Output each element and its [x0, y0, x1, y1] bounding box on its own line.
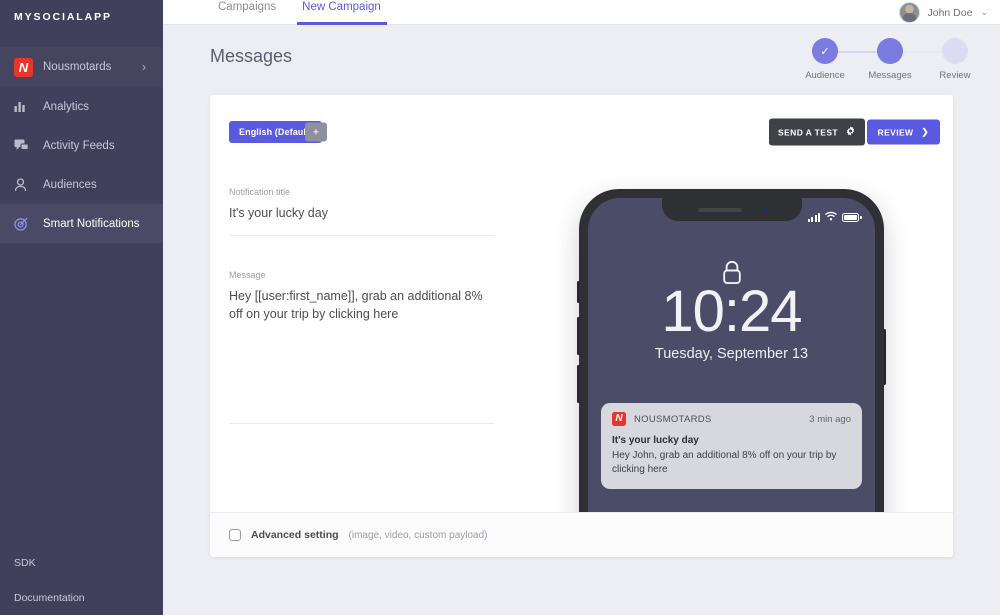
stepper-step-messages[interactable]: Messages: [859, 38, 921, 81]
stepper-step-review[interactable]: Review: [924, 38, 986, 81]
phone-screen: 10:24 Tuesday, September 13 N NOUSMOTARD…: [588, 198, 875, 557]
user-menu[interactable]: John Doe ⌄: [898, 0, 988, 25]
stepper-step-label: Review: [939, 70, 971, 81]
notification-app-name: NOUSMOTARDS: [634, 413, 712, 425]
stepper-step-label: Messages: [868, 70, 912, 81]
notification-header: N NOUSMOTARDS 3 min ago: [612, 412, 851, 426]
stepper-dot-todo: [942, 38, 968, 64]
phone-status-bar: [807, 208, 862, 226]
message-editor-card: English (Default) + SEND A TEST REVIEW ❯: [210, 95, 953, 557]
bar-chart-icon: [14, 100, 34, 113]
sidebar-item-audiences[interactable]: Audiences: [0, 165, 163, 204]
sidebar-nav: N Nousmotards › Analytics Activity Feeds…: [0, 47, 163, 243]
brand-logo: MYSOCIALAPP: [14, 11, 112, 23]
message-field[interactable]: Message Hey [[user:first_name]], grab an…: [229, 270, 494, 424]
add-language-button[interactable]: +: [305, 122, 327, 142]
message-form: Notification title It's your lucky day M…: [229, 187, 494, 424]
sidebar-item-analytics[interactable]: Analytics: [0, 87, 163, 126]
nousmotards-logo-icon: N: [14, 57, 33, 77]
advanced-setting-hint: (image, video, custom payload): [348, 529, 488, 541]
phone-speaker: [697, 208, 742, 212]
tab-campaigns[interactable]: Campaigns: [218, 0, 276, 25]
notification-title-field[interactable]: Notification title It's your lucky day: [229, 187, 494, 236]
advanced-setting-checkbox[interactable]: [229, 529, 241, 541]
lockscreen-date: Tuesday, September 13: [654, 346, 809, 362]
lockscreen-time: 10:24: [661, 279, 802, 344]
wifi-icon: [825, 208, 837, 226]
sidebar-item-activity-feeds[interactable]: Activity Feeds: [0, 126, 163, 165]
stepper-step-label: Audience: [805, 70, 845, 81]
battery-icon: [842, 212, 862, 222]
card-toolbar: English (Default) + SEND A TEST REVIEW ❯: [210, 95, 953, 155]
sidebar-item-label: Analytics: [43, 100, 90, 113]
advanced-setting-label[interactable]: Advanced setting: [251, 529, 339, 541]
tab-new-campaign[interactable]: New Campaign: [297, 0, 387, 25]
person-icon: [14, 177, 34, 192]
signal-bars-icon: [807, 212, 820, 222]
notification-title-input[interactable]: It's your lucky day: [229, 204, 494, 222]
wizard-stepper: ✓ Audience Messages Review: [788, 38, 980, 90]
notification-title: It's your lucky day: [612, 435, 699, 446]
sidebar: MYSOCIALAPP N Nousmotards › Analytics Ac…: [0, 0, 163, 615]
phone-preview: 10:24 Tuesday, September 13 N NOUSMOTARD…: [577, 189, 886, 557]
top-bar: Campaigns New Campaign John Doe ⌄: [163, 0, 1000, 25]
tab-bar: Campaigns New Campaign: [218, 0, 387, 25]
send-a-test-button[interactable]: SEND A TEST: [769, 118, 865, 146]
sidebar-item-app-nousmotards[interactable]: N Nousmotards ›: [0, 47, 163, 87]
chevron-right-icon[interactable]: ›: [142, 60, 146, 74]
message-input[interactable]: Hey [[user:first_name]], grab an additio…: [229, 287, 494, 323]
sidebar-item-label: Audiences: [43, 178, 97, 191]
sidebar-item-label: Activity Feeds: [43, 139, 115, 152]
avatar: [898, 2, 920, 23]
sidebar-footer: SDK Documentation: [0, 545, 163, 615]
send-a-test-label: SEND A TEST: [778, 127, 838, 137]
user-name: John Doe: [927, 6, 973, 19]
sidebar-item-smart-notifications[interactable]: Smart Notifications: [0, 204, 163, 243]
chevron-right-icon: ❯: [921, 126, 929, 137]
card-footer: Advanced setting (image, video, custom p…: [210, 512, 953, 557]
gear-icon: [845, 126, 856, 139]
phone-frame: 10:24 Tuesday, September 13 N NOUSMOTARD…: [579, 189, 884, 557]
app-root: MYSOCIALAPP N Nousmotards › Analytics Ac…: [0, 0, 1000, 615]
review-label: REVIEW: [877, 127, 914, 137]
chat-bubbles-icon: [14, 139, 34, 152]
review-button[interactable]: REVIEW ❯: [866, 119, 940, 145]
message-label: Message: [229, 270, 266, 280]
sidebar-item-sdk[interactable]: SDK: [0, 545, 163, 580]
chevron-down-icon[interactable]: ⌄: [980, 7, 988, 18]
sidebar-app-label: Nousmotards: [43, 61, 112, 73]
check-icon: ✓: [812, 38, 838, 64]
notification-timestamp: 3 min ago: [809, 413, 851, 425]
sidebar-item-documentation[interactable]: Documentation: [0, 580, 163, 615]
page-content: Messages ✓ Audience Messages Review Engl…: [163, 25, 1000, 615]
notification-title-label: Notification title: [229, 187, 291, 197]
sidebar-item-label: Smart Notifications: [43, 217, 140, 230]
phone-front-camera: [762, 207, 769, 213]
page-title: Messages: [210, 46, 293, 66]
app-logo-icon: N: [612, 412, 626, 426]
stepper-dot-current: [877, 38, 903, 64]
stepper-step-audience[interactable]: ✓ Audience: [794, 38, 856, 81]
notification-preview-card[interactable]: N NOUSMOTARDS 3 min ago It's your lucky …: [601, 403, 862, 489]
phone-notch: [661, 198, 802, 221]
target-icon: [14, 217, 34, 231]
notification-body: Hey John, grab an additional 8% off on y…: [612, 450, 837, 475]
